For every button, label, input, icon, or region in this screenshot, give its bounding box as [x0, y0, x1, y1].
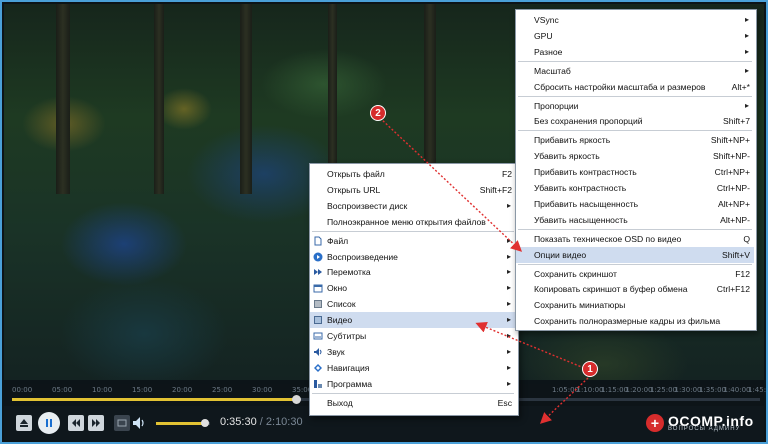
arrow-to-controls: [539, 377, 589, 424]
arrow-to-video-options: [379, 117, 523, 252]
player-window: 00:00 05:00 10:00 15:00 20:00 25:00 30:00 35:00…: [0, 0, 768, 444]
arrow-to-video-item: [475, 322, 585, 369]
callout-1: 1: [582, 361, 598, 377]
callout-2: 2: [370, 105, 386, 121]
annotation-arrows: [379, 117, 589, 424]
